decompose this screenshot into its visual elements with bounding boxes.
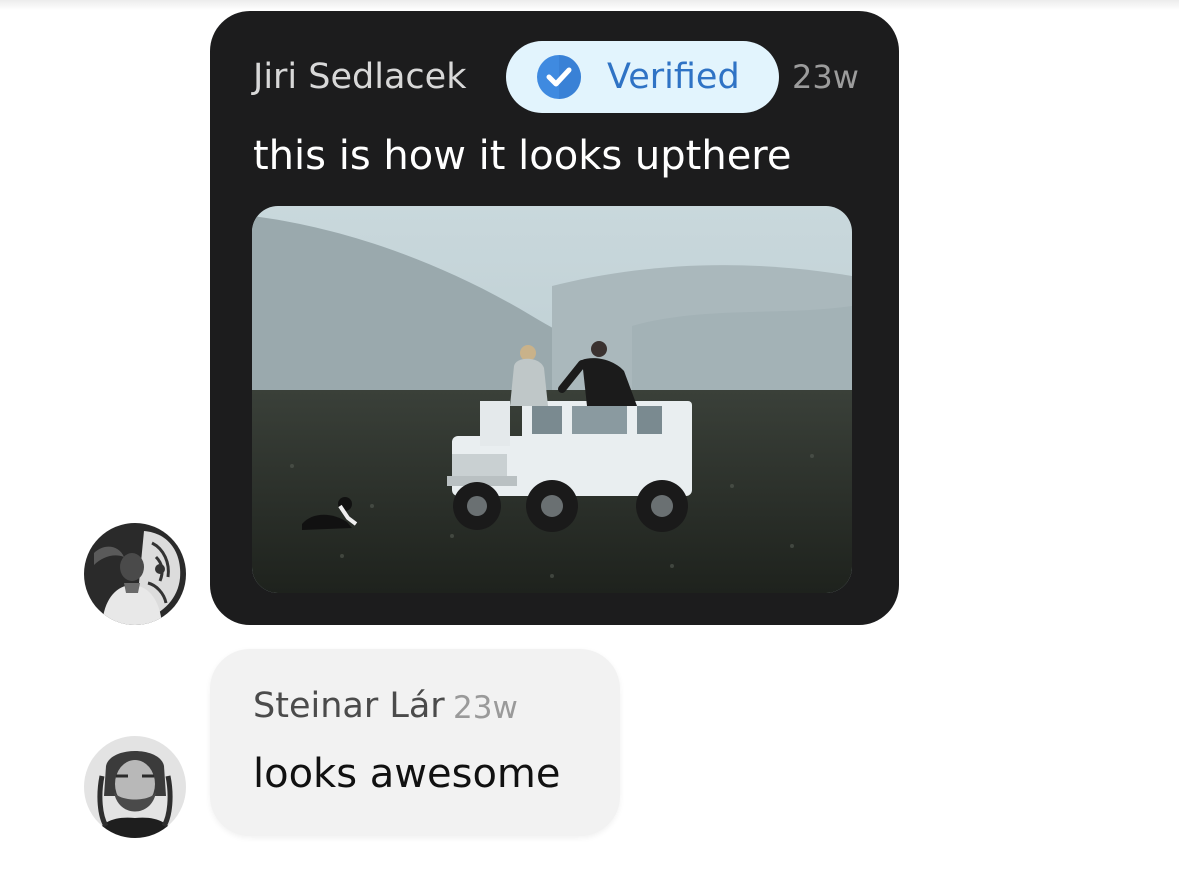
checkmark-badge-icon (537, 55, 581, 99)
message-bubble-jiri[interactable]: Jiri Sedlacek Verified 23w this is how i… (210, 11, 899, 625)
message-timestamp: 23w (453, 690, 518, 726)
message-author[interactable]: Jiri Sedlacek (253, 55, 466, 99)
message-timestamp: 23w (792, 58, 859, 96)
avatar-steinar-lar[interactable] (84, 736, 186, 838)
message-text: this is how it looks upthere (253, 133, 792, 179)
verified-badge: Verified (506, 41, 779, 113)
message-text: looks awesome (253, 751, 561, 797)
avatar-jiri-sedlacek[interactable] (84, 523, 186, 625)
verified-label: Verified (607, 57, 740, 97)
photo-attachment[interactable] (252, 206, 852, 593)
top-edge-shadow (0, 0, 1179, 10)
message-bubble-steinar[interactable]: Steinar Lár 23w looks awesome (210, 649, 620, 836)
message-author[interactable]: Steinar Lár (253, 684, 445, 728)
